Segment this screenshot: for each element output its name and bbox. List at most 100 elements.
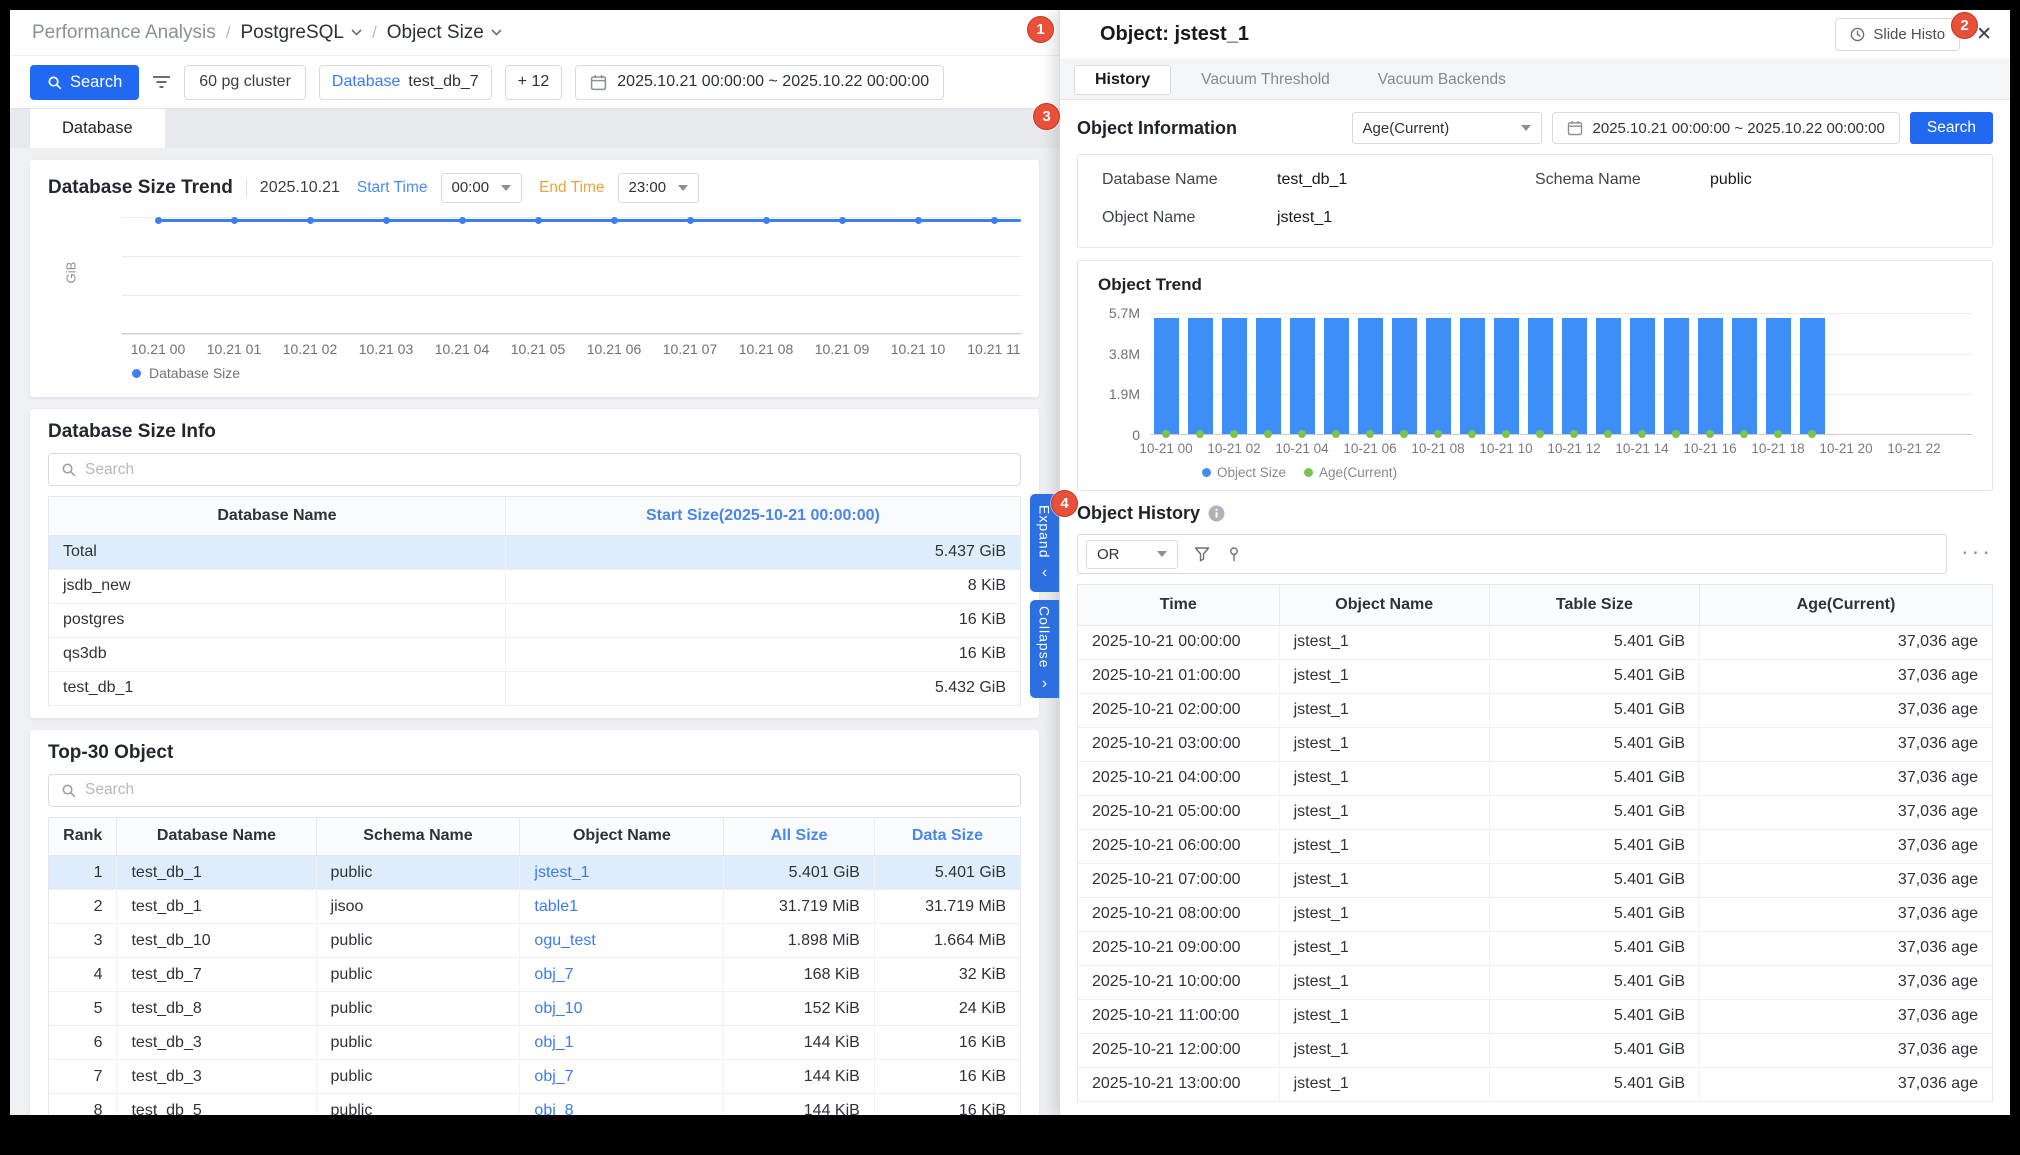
table-row[interactable]: 2025-10-21 07:00:00jstest_15.401 GiB37,0… [1078,863,1992,897]
info-icon[interactable] [1208,505,1225,522]
chart-legend[interactable]: Object Size Age(Current) [1202,463,1972,481]
table-row[interactable]: 2025-10-21 10:00:00jstest_15.401 GiB37,0… [1078,965,1992,999]
drawer-search-button[interactable]: Search [1910,112,1993,144]
object-size-bar[interactable] [1800,318,1825,434]
object-size-bar[interactable] [1596,318,1621,434]
object-size-bar[interactable] [1256,318,1281,434]
data-point[interactable] [915,217,922,224]
object-name-link[interactable]: obj_7 [534,966,573,983]
table-row[interactable]: 2025-10-21 09:00:00jstest_15.401 GiB37,0… [1078,931,1992,965]
object-size-bar[interactable] [1426,318,1451,434]
legend-item[interactable]: Age(Current) [1304,465,1397,480]
object-size-bar[interactable] [1324,318,1349,434]
object-size-bar[interactable] [1630,318,1655,434]
drawer-date-range-picker[interactable]: 2025.10.21 00:00:00 ~ 2025.10.22 00:00:0… [1552,112,1900,144]
table-row[interactable]: 3test_db_10publicogu_test1.898 MiB1.664 … [49,924,1020,958]
tab-vacuum-backends[interactable]: Vacuum Backends [1354,71,1530,89]
search-button[interactable]: Search [30,65,139,100]
tab-vacuum-threshold[interactable]: Vacuum Threshold [1177,71,1354,89]
object-name-link[interactable]: obj_1 [534,1034,573,1051]
table-row[interactable]: 2025-10-21 01:00:00jstest_15.401 GiB37,0… [1078,659,1992,693]
breadcrumb-postgresql-menu[interactable]: PostgreSQL [240,22,362,44]
data-point[interactable] [307,217,314,224]
data-point[interactable] [459,217,466,224]
data-point[interactable] [535,217,542,224]
operator-select[interactable]: OR [1086,540,1178,569]
object-size-bar[interactable] [1494,318,1519,434]
table-row[interactable]: 2025-10-21 12:00:00jstest_15.401 GiB37,0… [1078,1033,1992,1067]
data-point[interactable] [231,217,238,224]
object-size-bar[interactable] [1698,318,1723,434]
collapse-button[interactable]: Collapse › [1030,600,1059,698]
table-row[interactable]: Total5.437 GiB [49,535,1020,569]
start-time-select[interactable]: 00:00 [441,173,523,203]
table-row[interactable]: qs3db16 KiB [49,637,1020,671]
more-filters-chip[interactable]: + 12 [505,65,563,100]
table-row[interactable]: jsdb_new8 KiB [49,569,1020,603]
filter-icon[interactable] [152,74,171,90]
object-size-bar[interactable] [1460,318,1485,434]
object-size-bar[interactable] [1358,318,1383,434]
column-header-all_size[interactable]: All Size [724,818,875,856]
end-time-select[interactable]: 23:00 [618,173,700,203]
pin-icon[interactable] [1226,546,1242,562]
search-input[interactable] [85,781,1008,799]
close-icon[interactable]: ✕ [1976,23,1992,46]
data-point[interactable] [991,217,998,224]
table-row[interactable]: test_db_15.432 GiB [49,671,1020,705]
table-row[interactable]: 2025-10-21 03:00:00jstest_15.401 GiB37,0… [1078,727,1992,761]
object-size-bar[interactable] [1154,318,1179,434]
table-row[interactable]: 2025-10-21 08:00:00jstest_15.401 GiB37,0… [1078,897,1992,931]
object-size-bar[interactable] [1392,318,1417,434]
data-point[interactable] [155,217,162,224]
table-row[interactable]: postgres16 KiB [49,603,1020,637]
object-size-bar[interactable] [1222,318,1247,434]
more-options-icon[interactable]: ··· [1961,540,1993,569]
table-row[interactable]: 2test_db_1jisootable131.719 MiB31.719 Mi… [49,890,1020,924]
data-point[interactable] [687,217,694,224]
slide-history-button[interactable]: Slide Histo [1835,18,1960,51]
date-range-picker[interactable]: 2025.10.21 00:00:00 ~ 2025.10.22 00:00:0… [575,65,944,100]
table-row[interactable]: 2025-10-21 11:00:00jstest_15.401 GiB37,0… [1078,999,1992,1033]
table-row[interactable]: 5test_db_8publicobj_10152 KiB24 KiB [49,992,1020,1026]
table-row[interactable]: 2025-10-21 13:00:00jstest_15.401 GiB37,0… [1078,1067,1992,1101]
data-point[interactable] [763,217,770,224]
object-size-bar[interactable] [1732,318,1757,434]
object-size-bar[interactable] [1290,318,1315,434]
table-row[interactable]: 6test_db_3publicobj_1144 KiB16 KiB [49,1026,1020,1060]
breadcrumb-object-size-menu[interactable]: Object Size [387,22,502,44]
chart-legend[interactable]: Database Size [132,363,1021,383]
tab-history[interactable]: History [1074,65,1171,95]
object-name-link[interactable]: obj_8 [534,1102,573,1116]
object-name-link[interactable]: obj_7 [534,1068,573,1085]
data-point[interactable] [839,217,846,224]
object-size-bar[interactable] [1766,318,1791,434]
column-header-size[interactable]: Start Size(2025-10-21 00:00:00) [505,497,1020,535]
object-size-bar[interactable] [1664,318,1689,434]
funnel-icon[interactable] [1194,546,1210,562]
legend-item[interactable]: Object Size [1202,465,1286,480]
object-name-link[interactable]: obj_10 [534,1000,582,1017]
table-row[interactable]: 7test_db_3publicobj_7144 KiB16 KiB [49,1060,1020,1094]
database-filter-chip[interactable]: Database test_db_7 [319,65,492,100]
column-header-data_size[interactable]: Data Size [874,818,1020,856]
object-size-bar[interactable] [1562,318,1587,434]
table-row[interactable]: 2025-10-21 04:00:00jstest_15.401 GiB37,0… [1078,761,1992,795]
table-row[interactable]: 2025-10-21 06:00:00jstest_15.401 GiB37,0… [1078,829,1992,863]
object-size-bar[interactable] [1188,318,1213,434]
search-input[interactable] [85,461,1008,479]
object-name-link[interactable]: ogu_test [534,932,595,949]
data-point[interactable] [383,217,390,224]
tab-database[interactable]: Database [30,109,165,148]
table-row[interactable]: 4test_db_7publicobj_7168 KiB32 KiB [49,958,1020,992]
table-row[interactable]: 2025-10-21 02:00:00jstest_15.401 GiB37,0… [1078,693,1992,727]
object-size-bar[interactable] [1528,318,1553,434]
table-row[interactable]: 2025-10-21 05:00:00jstest_15.401 GiB37,0… [1078,795,1992,829]
cluster-select-button[interactable]: 60 pg cluster [184,65,306,100]
data-point[interactable] [611,217,618,224]
table-row[interactable]: 8test_db_5publicobj_8144 KiB16 KiB [49,1094,1020,1116]
object-name-link[interactable]: jstest_1 [534,864,589,881]
metric-select[interactable]: Age(Current) [1352,112,1542,144]
object-name-link[interactable]: table1 [534,898,578,915]
table-row[interactable]: 1test_db_1publicjstest_15.401 GiB5.401 G… [49,856,1020,890]
